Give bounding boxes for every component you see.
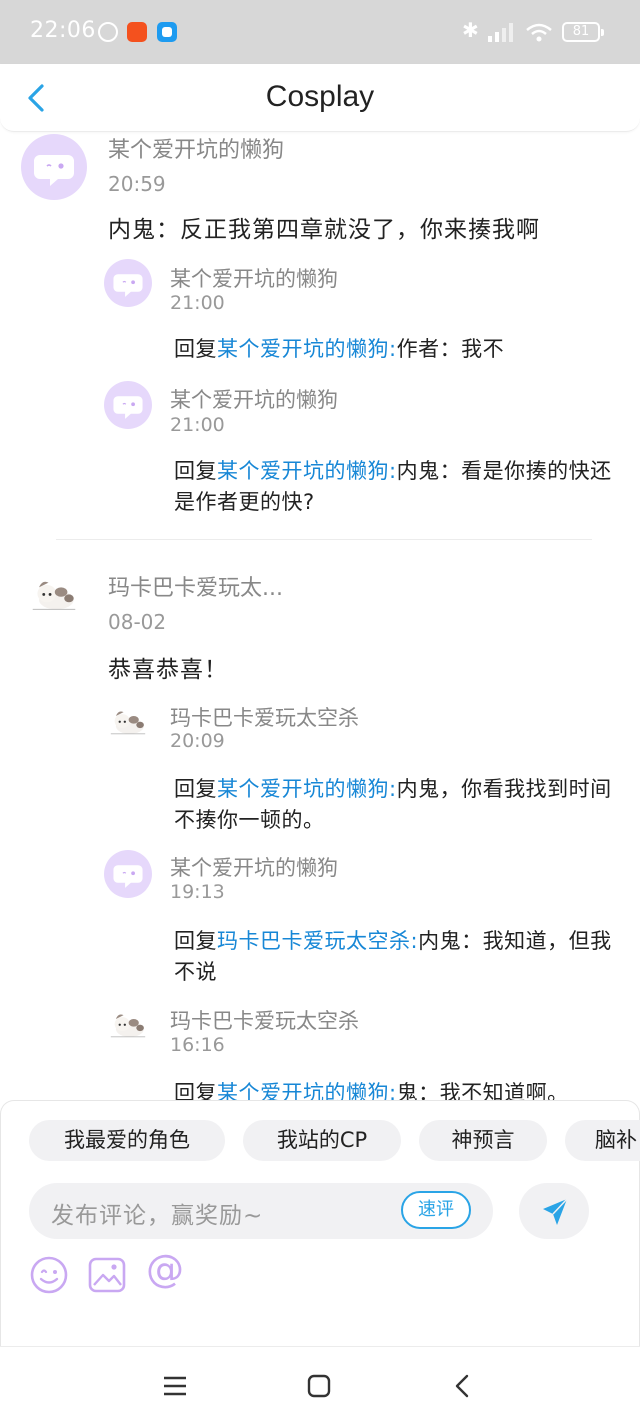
reply-author[interactable]: 玛卡巴卡爱玩太空杀	[170, 702, 359, 732]
reply-mention-link[interactable]: 某个爱开坑的懒狗:	[217, 337, 397, 361]
wifi-icon	[526, 23, 552, 42]
reply-time: 20:09	[170, 730, 225, 752]
top-header: Cosplay	[0, 64, 640, 132]
reply-body: 作者：我不	[396, 337, 505, 361]
comment-input-placeholder: 发布评论，赢奖励~	[51, 1203, 264, 1229]
comment-author[interactable]: 玛卡巴卡爱玩太...	[108, 570, 283, 602]
page-title: Cosplay	[265, 80, 375, 113]
back-nav-icon[interactable]	[448, 1371, 478, 1401]
reply-avatar[interactable]	[104, 381, 152, 429]
status-bar: 22:06 ✱ 81	[0, 0, 640, 64]
bluetooth-icon: ✱	[462, 18, 479, 42]
signal-icon	[488, 23, 513, 42]
image-icon[interactable]	[85, 1253, 129, 1297]
reply-time: 19:13	[170, 881, 225, 903]
reply-time: 21:00	[170, 414, 225, 436]
comment-time: 08-02	[108, 610, 167, 634]
reply-author[interactable]: 某个爱开坑的懒狗	[170, 384, 338, 414]
status-time: 22:06	[30, 18, 96, 43]
comment-text[interactable]: 恭喜恭喜！	[108, 650, 228, 684]
chat-bubble-avatar-icon	[113, 865, 143, 888]
send-button[interactable]	[519, 1183, 589, 1239]
app-notification-icon	[127, 22, 147, 42]
alarm-icon	[98, 22, 118, 42]
reply-prefix: 回复	[174, 337, 217, 361]
menu-icon[interactable]	[160, 1371, 190, 1401]
system-nav-bar	[0, 1346, 640, 1422]
reply-mention-link[interactable]: 某个爱开坑的懒狗:	[217, 777, 397, 801]
reply-author[interactable]: 玛卡巴卡爱玩太空杀	[170, 1005, 359, 1035]
user-avatar[interactable]	[21, 134, 87, 200]
chat-bubble-avatar-icon	[34, 155, 74, 186]
reply-text[interactable]: 回复某个爱开坑的懒狗:内鬼：看是你揍的快还是作者更的快?	[174, 456, 614, 518]
reply-mention-link[interactable]: 玛卡巴卡爱玩太空杀:	[217, 929, 418, 953]
mention-icon[interactable]: @	[143, 1247, 187, 1291]
comment-author[interactable]: 某个爱开坑的懒狗	[108, 132, 284, 164]
dog-avatar-icon[interactable]	[104, 702, 152, 744]
reply-author[interactable]: 某个爱开坑的懒狗	[170, 852, 338, 882]
reply-avatar[interactable]	[104, 259, 152, 307]
reply-mention-link[interactable]: 某个爱开坑的懒狗:	[217, 1081, 397, 1102]
reply-avatar[interactable]	[104, 850, 152, 898]
reply-prefix: 回复	[174, 459, 217, 483]
send-icon	[543, 1198, 568, 1225]
reply-time: 16:16	[170, 1034, 225, 1056]
reply-text[interactable]: 回复某个爱开坑的懒狗:内鬼，你看我找到时间不揍你一顿的。	[174, 774, 614, 836]
home-icon[interactable]	[304, 1371, 334, 1401]
comment-list[interactable]: 某个爱开坑的懒狗 20:59 内鬼：反正我第四章就没了，你来揍我啊 某个爱开坑的…	[0, 132, 640, 1102]
comment-time: 20:59	[108, 172, 166, 196]
quick-review-button[interactable]: 速评	[401, 1191, 471, 1229]
reply-prefix: 回复	[174, 929, 217, 953]
reply-prefix: 回复	[174, 1081, 217, 1102]
quick-tag-chip[interactable]: 我站的CP	[243, 1120, 401, 1161]
reply-text[interactable]: 回复某个爱开坑的懒狗:鬼：我不知道啊。	[174, 1078, 614, 1102]
comment-input[interactable]: 发布评论，赢奖励~ 速评	[29, 1183, 493, 1239]
reply-body: 鬼：我不知道啊。	[396, 1081, 569, 1102]
dog-avatar-icon[interactable]	[104, 1005, 152, 1047]
reply-text[interactable]: 回复玛卡巴卡爱玩太空杀:内鬼：我知道，但我不说	[174, 926, 614, 988]
quick-tag-chip[interactable]: 神预言	[419, 1120, 547, 1161]
chat-bubble-avatar-icon	[113, 274, 143, 297]
reply-author[interactable]: 某个爱开坑的懒狗	[170, 263, 338, 293]
comment-composer-panel: 我最爱的角色 我站的CP 神预言 脑补 发布评论，赢奖励~ 速评 @	[0, 1100, 640, 1346]
reply-time: 21:00	[170, 292, 225, 314]
reply-text[interactable]: 回复某个爱开坑的懒狗:作者：我不	[174, 334, 614, 365]
comment-divider	[56, 539, 592, 540]
reply-prefix: 回复	[174, 777, 217, 801]
battery-indicator: 81	[562, 22, 604, 42]
emoji-icon[interactable]	[27, 1253, 71, 1297]
quick-tag-chip[interactable]: 我最爱的角色	[29, 1120, 225, 1161]
message-notification-icon	[157, 22, 177, 42]
comment-text[interactable]: 内鬼：反正我第四章就没了，你来揍我啊	[108, 210, 540, 244]
dog-avatar-icon[interactable]	[22, 570, 86, 622]
reply-mention-link[interactable]: 某个爱开坑的懒狗:	[217, 459, 397, 483]
chat-bubble-avatar-icon	[113, 396, 143, 419]
quick-tag-chip[interactable]: 脑补	[565, 1120, 640, 1161]
